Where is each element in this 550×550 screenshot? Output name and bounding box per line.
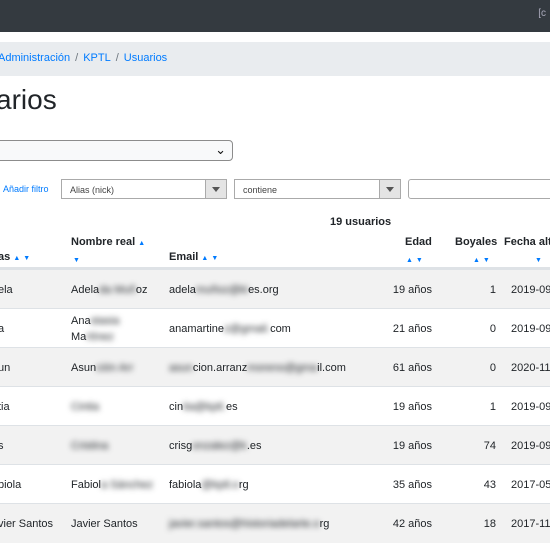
cell-alias[interactable]: biola [0, 479, 21, 491]
add-filter-link[interactable]: Añadir filtro [3, 184, 49, 194]
cell-alias[interactable]: s [0, 440, 4, 452]
dropdown-arrow-icon [205, 180, 226, 198]
breadcrumb-administracion[interactable]: Administración [0, 52, 70, 64]
cell-fecha: 2019-09 [511, 401, 550, 413]
cell-nombre-line2: Martínez [71, 331, 114, 343]
sort-down-icon[interactable]: ▼ [535, 253, 545, 265]
cell-fecha: 2019-09 [511, 323, 550, 335]
cell-email: cintia@kptl.es [169, 401, 238, 413]
filter-operator-value: contiene [243, 185, 278, 195]
cell-alias[interactable]: a [0, 323, 4, 335]
cell-alias[interactable]: ela [0, 284, 13, 296]
sort-icon[interactable]: ▲▼ [473, 253, 493, 265]
navbar-tray-text: [c [538, 8, 546, 19]
cell-alias[interactable]: tia [0, 401, 10, 413]
sort-down-icon[interactable]: ▼ [73, 253, 83, 265]
sort-icon[interactable]: ▲▼ [13, 255, 33, 262]
cell-nombre: Fabiola Sánchez [71, 479, 153, 491]
sort-icon[interactable]: ▲▼ [406, 253, 426, 265]
table-row[interactable]: a Anastasia Martínez anamartinez@gmail.c… [0, 308, 550, 348]
breadcrumb-usuarios[interactable]: Usuarios [124, 52, 167, 64]
cell-email: fabiola@kptl.org [169, 479, 249, 491]
cell-boyales: 1 [489, 284, 496, 296]
table-row[interactable]: tia Cintia cintia@kptl.es 19 años 1 2019… [0, 386, 550, 426]
chevron-down-icon: ⌄ [215, 142, 226, 157]
results-count: 19 usuarios [330, 216, 392, 228]
cell-edad: 19 años [392, 284, 432, 296]
table-row[interactable]: s Cristina crisgonzalez@k.es 19 años 74 … [0, 425, 550, 465]
cell-fecha: 2019-09 [511, 440, 550, 452]
cell-nombre: Javier Santos [71, 518, 138, 530]
cell-boyales: 1 [489, 401, 496, 413]
cell-alias[interactable]: un [0, 362, 10, 374]
cell-email: javier.santos@historiadelarte.org [169, 518, 330, 530]
sort-icon[interactable]: ▲▼ [201, 255, 221, 262]
column-header-boyales[interactable]: Boyales [455, 236, 497, 248]
cell-email: crisgonzalez@k.es [169, 440, 262, 452]
cell-edad: 21 años [392, 323, 432, 335]
cell-edad: 35 años [392, 479, 432, 491]
user-list-select[interactable]: ⌄ [0, 140, 233, 161]
cell-edad: 19 años [392, 440, 432, 452]
table-row[interactable]: ela Adelada Muñoz adelamuñoz@kies.org 19… [0, 269, 550, 309]
breadcrumb-separator: / [115, 52, 119, 64]
cell-boyales: 0 [489, 323, 496, 335]
cell-fecha: 2017-05 [511, 479, 550, 491]
table-row[interactable]: biola Fabiola Sánchez fabiola@kptl.org 3… [0, 464, 550, 504]
cell-edad: 42 años [392, 518, 432, 530]
filter-field-select[interactable]: Alias (nick) [61, 179, 227, 199]
column-header-email[interactable]: Email ▲▼ [169, 251, 221, 263]
breadcrumb-kptl[interactable]: KPTL [83, 52, 111, 64]
breadcrumb-separator: / [75, 52, 79, 64]
column-header-alias[interactable]: as ▲▼ [0, 251, 33, 263]
table-row[interactable]: un Asunción Arr asuncion.arranzmoreno@gm… [0, 347, 550, 387]
cell-fecha: 2020-11 [511, 362, 550, 374]
column-header-fecha[interactable]: Fecha alt [504, 236, 550, 248]
cell-alias[interactable]: vier Santos [0, 518, 53, 530]
column-header-nombre[interactable]: Nombre real ▲ [71, 236, 148, 248]
cell-nombre: Asunción Arr [71, 362, 134, 374]
cell-nombre: Cristina [71, 440, 109, 452]
cell-nombre: Adelada Muñoz [71, 284, 148, 296]
cell-email: adelamuñoz@kies.org [169, 284, 279, 296]
filter-operator-select[interactable]: contiene [234, 179, 401, 199]
column-header-edad[interactable]: Edad [405, 236, 432, 248]
cell-nombre: Anastasia [71, 315, 120, 327]
cell-edad: 19 años [392, 401, 432, 413]
top-navbar: [c [0, 0, 550, 32]
cell-boyales: 18 [483, 518, 496, 530]
cell-nombre: Cintia [71, 401, 100, 413]
filter-value-input[interactable] [408, 179, 550, 199]
cell-boyales: 74 [483, 440, 496, 452]
dropdown-arrow-icon [379, 180, 400, 198]
cell-boyales: 43 [483, 479, 496, 491]
breadcrumb: Administración / KPTL / Usuarios [0, 42, 550, 76]
cell-boyales: 0 [489, 362, 496, 374]
filter-field-value: Alias (nick) [70, 185, 115, 195]
cell-email: asuncion.arranzmoreno@gmail.com [169, 362, 346, 374]
cell-fecha: 2017-11 [511, 518, 550, 530]
page-title: arios [0, 84, 57, 115]
sort-up-icon[interactable]: ▲ [138, 240, 148, 247]
cell-email: anamartinez@gmail.com [169, 323, 291, 335]
cell-fecha: 2019-09 [511, 284, 550, 296]
table-row[interactable]: vier Santos Javier Santos javier.santos@… [0, 503, 550, 543]
cell-edad: 61 años [392, 362, 432, 374]
